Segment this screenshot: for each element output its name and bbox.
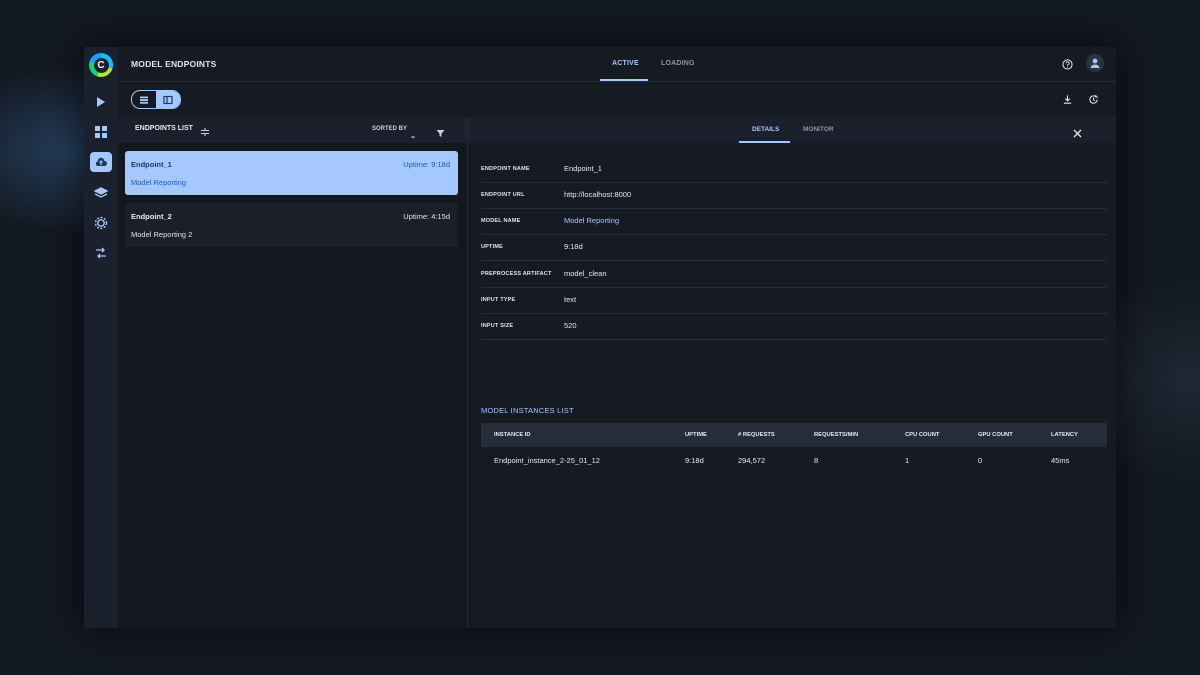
grid-icon xyxy=(95,126,107,138)
detail-input-size: INPUT SIZE 520 xyxy=(481,313,1107,340)
sidebar-rail: C xyxy=(84,47,118,628)
detail-value: 9:18d xyxy=(564,242,583,251)
detail-label: PREPROCESS ARTIFACT xyxy=(481,271,552,277)
tab-loading[interactable]: LOADING xyxy=(661,60,695,67)
endpoints-list-header: ENDPOINTS LIST SORTED BY xyxy=(118,117,467,143)
endpoint-uptime: Uptime: 9:18d xyxy=(403,160,450,169)
close-icon xyxy=(1073,129,1082,138)
user-icon xyxy=(1090,58,1100,68)
endpoint-name: Endpoint_2 xyxy=(131,212,172,221)
view-toggle xyxy=(131,90,181,109)
instance-id-cell: Endpoint_instance_2-25_01_12 xyxy=(494,456,600,465)
play-icon xyxy=(97,97,105,107)
detail-preprocess-artifact: PREPROCESS ARTIFACT model_clean xyxy=(481,261,1107,288)
logo-letter: C xyxy=(93,57,109,73)
details-tab-indicator xyxy=(739,141,790,143)
gear-icon xyxy=(94,216,108,230)
gpu-count-cell: 0 xyxy=(978,456,983,465)
detail-value: model_clean xyxy=(564,269,607,278)
model-name-link[interactable]: Model Reporting xyxy=(564,216,619,225)
cpu-count-cell: 1 xyxy=(905,456,910,465)
filter-button[interactable] xyxy=(436,125,445,143)
toolbar xyxy=(118,82,1116,117)
sort-by-button[interactable]: SORTED BY xyxy=(372,126,407,132)
detail-label: ENDPOINT URL xyxy=(481,192,525,198)
column-header[interactable]: LATENCY xyxy=(1051,432,1078,438)
layers-icon xyxy=(94,187,108,198)
user-avatar[interactable] xyxy=(1086,54,1104,72)
sidebar-item-datasets[interactable] xyxy=(90,183,112,203)
endpoint-model: Model Reporting 2 xyxy=(131,230,193,239)
top-bar: MODEL ENDPOINTS ACTIVE LOADING xyxy=(118,47,1116,82)
endpoint-name: Endpoint_1 xyxy=(131,160,172,169)
detail-endpoint-name: ENDPOINT NAME Endpoint_1 xyxy=(481,156,1107,183)
endpoints-list-title: ENDPOINTS LIST xyxy=(135,125,193,132)
sidebar-item-pipelines[interactable] xyxy=(90,243,112,263)
detail-input-type: INPUT TYPE text xyxy=(481,287,1107,314)
help-icon xyxy=(1061,58,1073,70)
sidebar-item-experiments[interactable] xyxy=(90,92,112,112)
column-header[interactable]: GPU COUNT xyxy=(978,432,1013,438)
tab-active[interactable]: ACTIVE xyxy=(612,60,639,67)
endpoint-details-panel: DETAILS MONITOR ENDPOINT NAME Endpoint_1… xyxy=(468,117,1116,628)
endpoint-card-1[interactable]: Endpoint_1 Uptime: 9:18d Model Reporting xyxy=(125,151,458,195)
column-header[interactable]: REQUESTS/MIN xyxy=(814,432,858,438)
column-settings-icon xyxy=(201,128,209,136)
active-tab-indicator xyxy=(600,79,648,81)
detail-label: INPUT SIZE xyxy=(481,323,514,329)
app-logo[interactable]: C xyxy=(89,53,113,77)
tab-details[interactable]: DETAILS xyxy=(752,126,779,133)
column-header[interactable]: CPU COUNT xyxy=(905,432,939,438)
detail-uptime: UPTIME 9:18d xyxy=(481,234,1107,261)
sidebar-item-dashboard[interactable] xyxy=(90,122,112,142)
pipeline-icon xyxy=(96,247,106,259)
column-header[interactable]: UPTIME xyxy=(685,432,707,438)
uptime-cell: 9:18d xyxy=(685,456,704,465)
tab-monitor[interactable]: MONITOR xyxy=(803,126,834,133)
detail-label: INPUT TYPE xyxy=(481,297,516,303)
sort-chevron[interactable] xyxy=(410,127,416,145)
instances-section-title: MODEL INSTANCES LIST xyxy=(481,406,574,415)
details-header: DETAILS MONITOR xyxy=(468,117,1116,143)
detail-value: 520 xyxy=(564,321,577,330)
column-settings-button[interactable] xyxy=(200,124,210,142)
column-header[interactable]: INSTANCE ID xyxy=(494,432,531,438)
table-view-icon xyxy=(140,96,148,104)
instances-table-header: INSTANCE ID UPTIME # REQUESTS REQUESTS/M… xyxy=(481,423,1107,447)
split-view-button[interactable] xyxy=(156,91,180,108)
detail-label: UPTIME xyxy=(481,244,503,250)
detail-model-name: MODEL NAME Model Reporting xyxy=(481,208,1107,235)
endpoints-list-panel: ENDPOINTS LIST SORTED BY Endpoint_1 Upti… xyxy=(118,117,468,628)
detail-label: MODEL NAME xyxy=(481,218,521,224)
detail-value: Endpoint_1 xyxy=(564,164,602,173)
app-window: C MODEL ENDPOINTS ACTIVE LOADING ENDPOIN… xyxy=(84,47,1116,628)
help-button[interactable] xyxy=(1061,58,1073,70)
endpoint-model: Model Reporting xyxy=(131,178,187,187)
refresh-icon xyxy=(1088,94,1098,104)
endpoint-uptime: Uptime: 4:15d xyxy=(403,212,450,221)
filter-icon xyxy=(436,130,445,137)
split-view-icon xyxy=(163,95,173,104)
requests-per-min-cell: 8 xyxy=(814,456,819,465)
refresh-button[interactable] xyxy=(1087,93,1099,105)
cloud-upload-icon xyxy=(95,157,107,166)
download-button[interactable] xyxy=(1061,93,1073,105)
detail-label: ENDPOINT NAME xyxy=(481,166,530,172)
chevron-down-icon xyxy=(411,136,415,139)
requests-cell: 294,572 xyxy=(738,456,766,465)
table-row[interactable]: Endpoint_instance_2-25_01_12 9:18d 294,5… xyxy=(481,447,1107,473)
download-icon xyxy=(1063,94,1071,104)
detail-value: text xyxy=(564,295,577,304)
detail-endpoint-url: ENDPOINT URL http://localhost:8000 xyxy=(481,182,1107,209)
sidebar-item-workers[interactable] xyxy=(90,213,112,233)
close-panel-button[interactable] xyxy=(1073,125,1082,143)
page-title: MODEL ENDPOINTS xyxy=(131,59,217,69)
column-header[interactable]: # REQUESTS xyxy=(738,432,775,438)
table-view-button[interactable] xyxy=(132,91,156,108)
sidebar-item-model-endpoints[interactable] xyxy=(90,152,112,172)
endpoint-card-2[interactable]: Endpoint_2 Uptime: 4:15d Model Reporting… xyxy=(125,203,458,247)
latency-cell: 45ms xyxy=(1051,456,1070,465)
detail-value: http://localhost:8000 xyxy=(564,190,632,199)
